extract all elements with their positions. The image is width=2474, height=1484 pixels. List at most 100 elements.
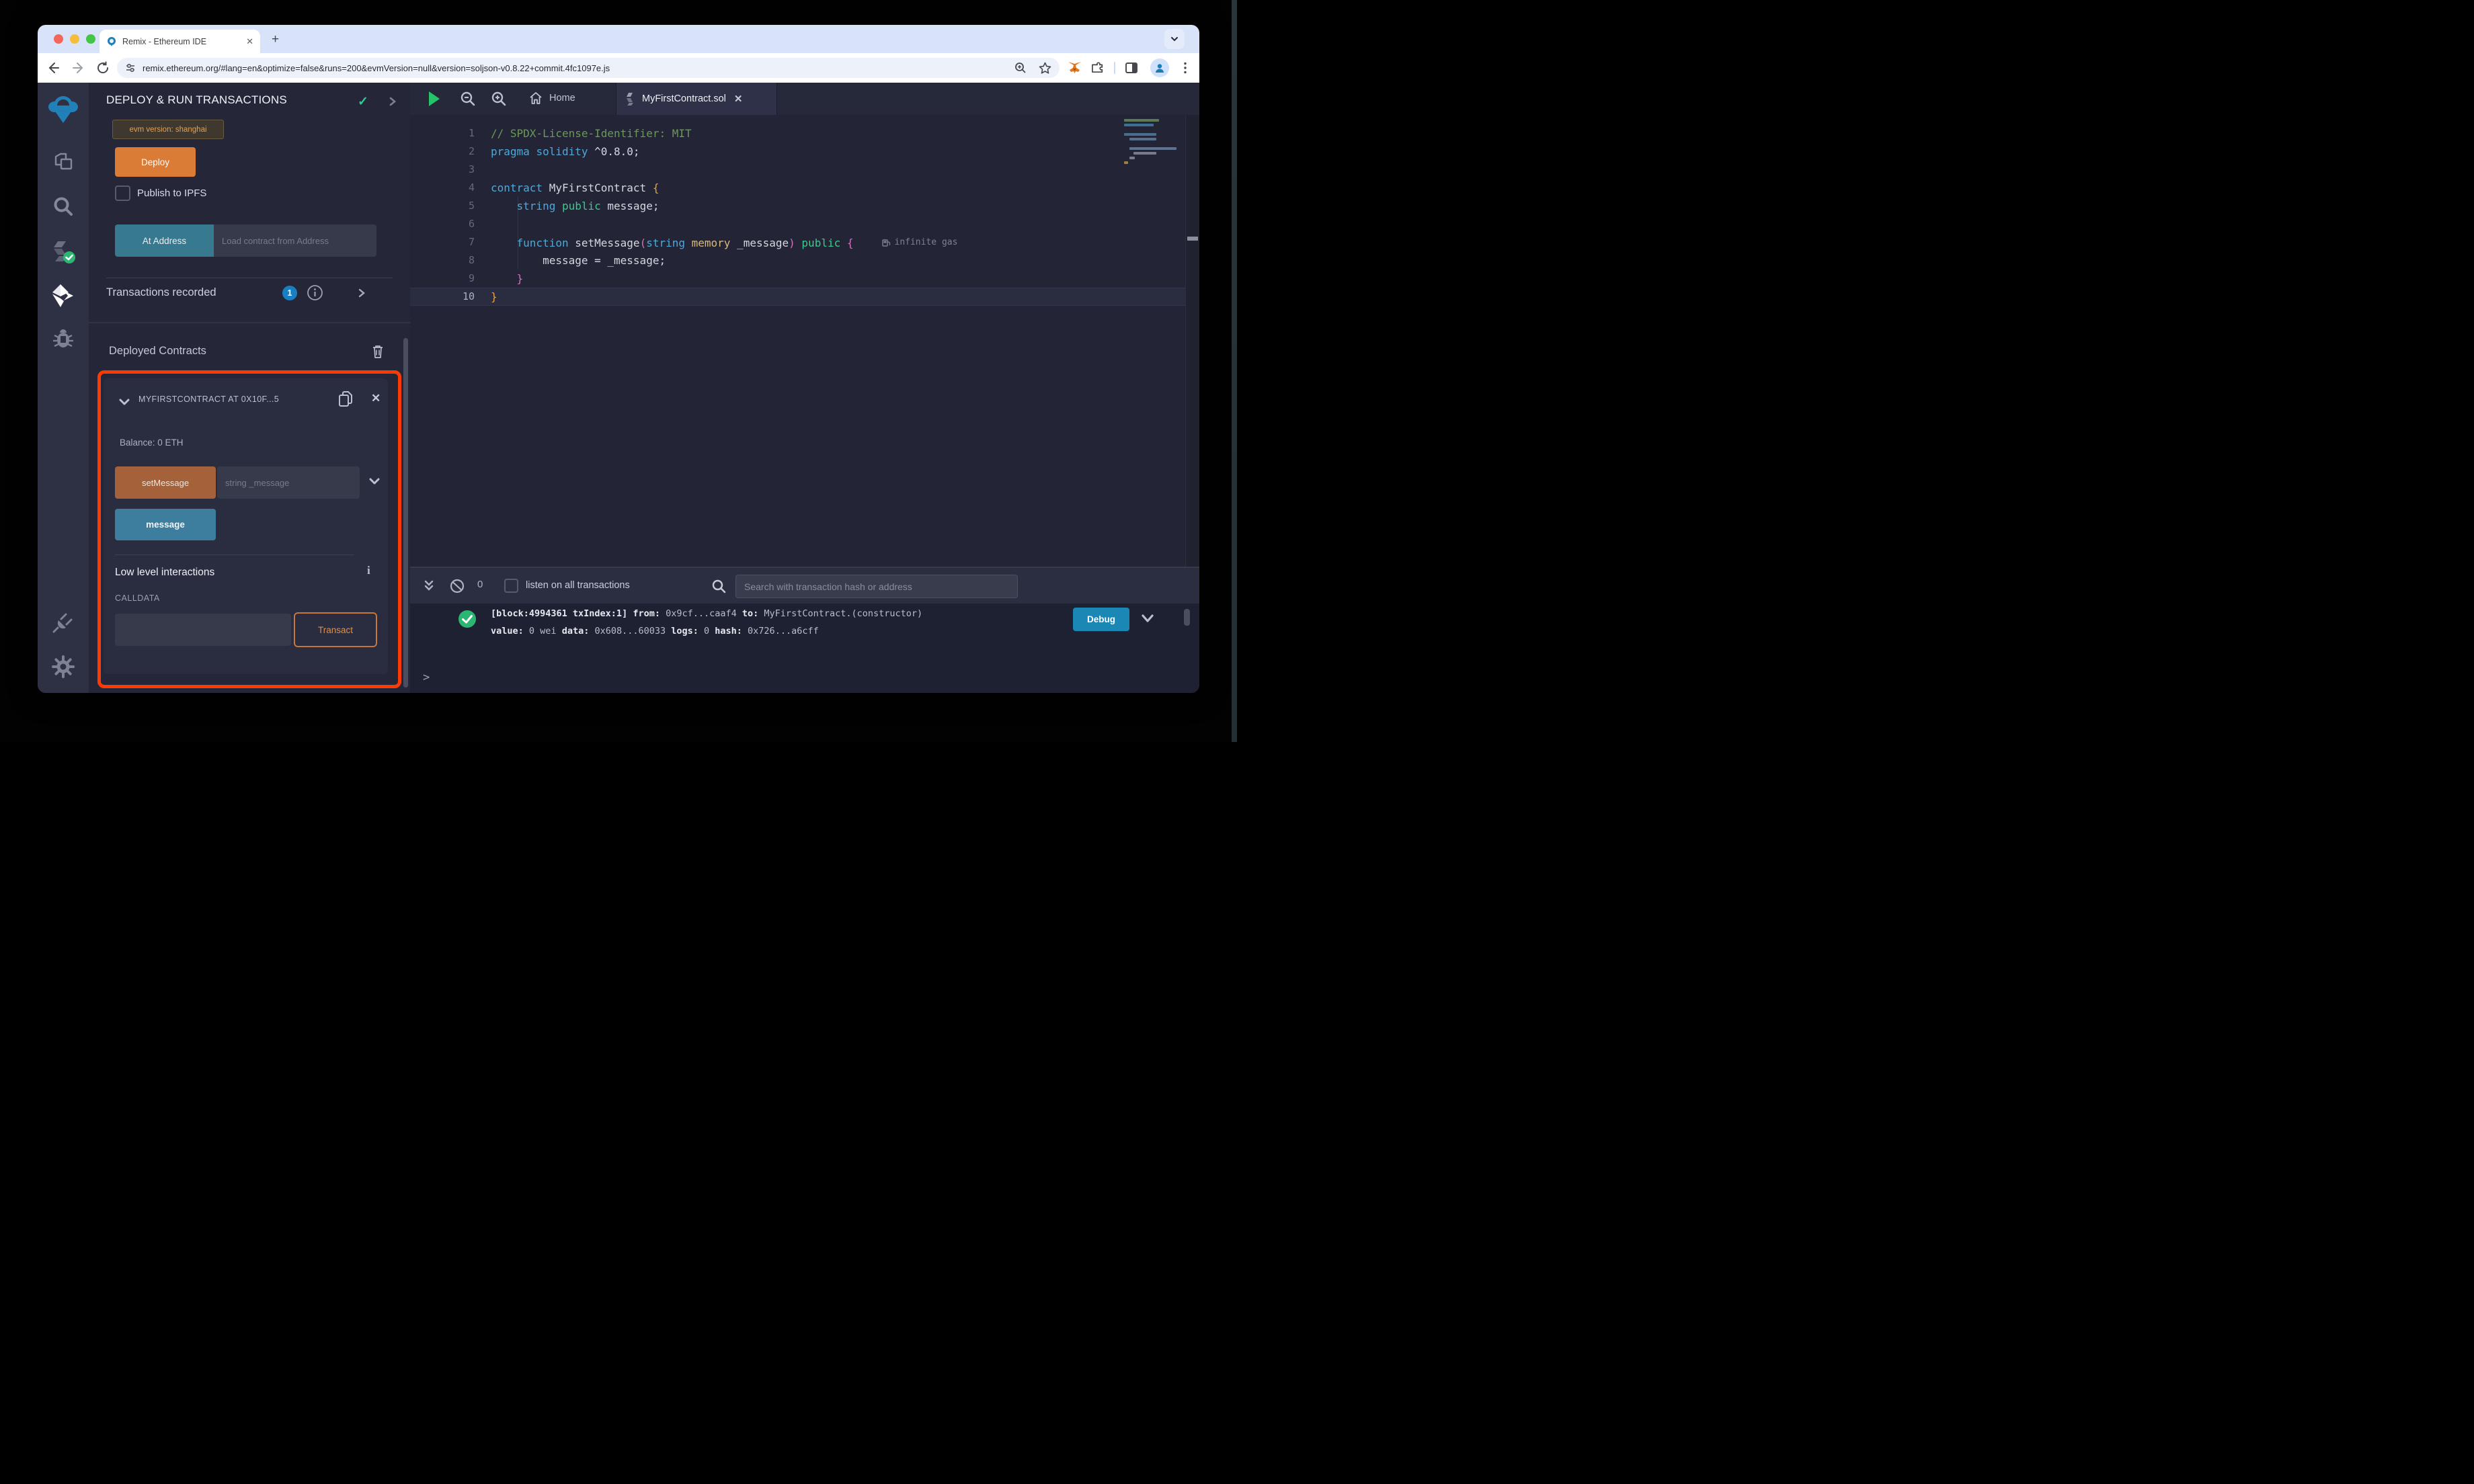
browser-tab[interactable]: Remix - Ethereum IDE ✕ (99, 30, 260, 53)
screenshot-background: Remix - Ethereum IDE ✕ + remix.ethereum.… (0, 0, 1237, 742)
tx-log-line-1[interactable]: [block:4994361 txIndex:1] from: 0x9cf...… (491, 608, 922, 619)
clear-console-icon[interactable] (449, 578, 465, 594)
file-explorer-icon[interactable] (38, 151, 89, 174)
publish-ipfs-label: Publish to IPFS (137, 188, 207, 199)
solidity-compiler-icon[interactable] (38, 239, 89, 265)
extensions-puzzle-icon[interactable] (1092, 61, 1107, 76)
tab-search-chevron-icon[interactable] (1164, 29, 1185, 49)
settings-gear-icon[interactable] (38, 655, 89, 678)
contract-balance: Balance: 0 ETH (120, 438, 184, 448)
new-tab-button[interactable]: + (272, 33, 279, 46)
deployed-contract-card: MYFIRSTCONTRACT AT 0X10F...5 ✕ Balance: … (104, 378, 388, 674)
code-line[interactable]: 7 function setMessage(string memory _mes… (410, 233, 1199, 251)
section-divider (89, 322, 410, 323)
low-level-info-icon[interactable]: i (367, 564, 370, 577)
remove-contract-icon[interactable]: ✕ (371, 392, 381, 405)
zoom-in-icon[interactable] (491, 91, 507, 107)
set-message-input[interactable]: string _message (217, 466, 360, 499)
code-line[interactable]: 8 message = _message; (410, 251, 1199, 270)
listen-all-tx-label: listen on all transactions (526, 580, 630, 591)
transactions-info-icon[interactable] (307, 284, 323, 301)
terminal-scrollbar[interactable] (1184, 609, 1190, 626)
code-line[interactable]: 4 contract MyFirstContract { (410, 179, 1199, 197)
zoom-page-icon[interactable] (1014, 62, 1027, 74)
back-button[interactable] (46, 60, 61, 75)
panel-collapse-chevron-icon[interactable] (389, 96, 397, 107)
transact-button[interactable]: Transact (294, 612, 377, 647)
tab-close-icon[interactable]: ✕ (246, 37, 253, 46)
search-icon[interactable] (38, 196, 89, 217)
minimize-window-button[interactable] (70, 34, 79, 44)
compile-success-check-icon: ✓ (358, 95, 368, 109)
editor-minimap[interactable] (1124, 119, 1178, 201)
calldata-input[interactable] (115, 614, 291, 646)
calldata-label: CALLDATA (115, 593, 160, 603)
panel-title: DEPLOY & RUN TRANSACTIONS (106, 93, 287, 106)
editor-scrollbar-thumb[interactable] (1187, 237, 1198, 241)
tab-myfirstcontract[interactable]: MyFirstContract.sol ✕ (616, 83, 777, 115)
message-getter-button[interactable]: message (115, 509, 216, 540)
copy-address-icon[interactable] (337, 390, 354, 408)
code-line[interactable]: 2 pragma solidity ^0.8.0; (410, 142, 1199, 161)
terminal-search-input[interactable]: Search with transaction hash or address (735, 575, 1018, 598)
browser-window: Remix - Ethereum IDE ✕ + remix.ethereum.… (38, 25, 1199, 693)
at-address-input[interactable]: Load contract from Address (214, 224, 376, 257)
site-settings-icon[interactable] (125, 63, 136, 73)
remix-app: DEPLOY & RUN TRANSACTIONS ✓ evm version:… (38, 83, 1199, 693)
bookmark-star-icon[interactable] (1039, 62, 1051, 75)
solidity-file-icon (627, 93, 633, 106)
remix-logo-icon[interactable] (38, 95, 89, 124)
at-address-button[interactable]: At Address (115, 224, 214, 257)
panel-scrollbar[interactable] (403, 338, 408, 688)
listen-all-tx-checkbox[interactable] (504, 579, 518, 593)
low-level-title: Low level interactions (115, 567, 215, 578)
code-line[interactable]: 5 string public message; (410, 197, 1199, 215)
zoom-out-icon[interactable] (460, 91, 476, 107)
toolbar-separator (1114, 62, 1115, 74)
deploy-button[interactable]: Deploy (115, 147, 196, 177)
contract-collapse-chevron-icon[interactable] (118, 397, 130, 407)
plugin-manager-icon[interactable] (38, 611, 89, 634)
zoom-window-button[interactable] (86, 34, 95, 44)
expand-args-chevron-icon[interactable] (368, 477, 381, 486)
browser-toolbar: remix.ethereum.org/#lang=en&optimize=fal… (38, 53, 1199, 83)
tx-log-line-2[interactable]: value: 0 wei data: 0x608...60033 logs: 0… (491, 626, 819, 636)
terminal-search-icon (711, 579, 726, 593)
deploy-run-icon[interactable] (38, 283, 89, 308)
debug-button[interactable]: Debug (1073, 608, 1129, 631)
code-line[interactable]: 6 (410, 215, 1199, 233)
code-line[interactable]: 10} (410, 288, 1199, 306)
contract-instance-header[interactable]: MYFIRSTCONTRACT AT 0X10F...5 (138, 395, 316, 404)
code-line[interactable]: 1// SPDX-License-Identifier: MIT (410, 124, 1199, 142)
clear-deployed-trash-icon[interactable] (371, 344, 385, 359)
address-bar[interactable]: remix.ethereum.org/#lang=en&optimize=fal… (117, 58, 1060, 78)
code-line[interactable]: 9 } (410, 270, 1199, 288)
browser-tab-strip: Remix - Ethereum IDE ✕ + (38, 25, 1199, 53)
forward-button[interactable] (71, 60, 86, 75)
terminal-prompt[interactable]: > (423, 671, 430, 684)
debugger-icon[interactable] (38, 327, 89, 350)
run-script-play-icon[interactable] (429, 91, 440, 106)
editor-overview-ruler[interactable] (1185, 115, 1199, 567)
code-editor[interactable]: 1// SPDX-License-Identifier: MIT 2 pragma … (410, 115, 1199, 567)
editor-tabbar: Home MyFirstContract.sol ✕ (410, 83, 1199, 116)
code-line[interactable]: 3 (410, 161, 1199, 179)
expand-terminal-icon[interactable] (423, 579, 435, 593)
deploy-run-panel: DEPLOY & RUN TRANSACTIONS ✓ evm version:… (89, 83, 410, 693)
browser-profile-avatar[interactable] (1150, 58, 1169, 77)
side-panel-icon[interactable] (1125, 61, 1140, 76)
close-window-button[interactable] (54, 34, 63, 44)
close-file-tab-icon[interactable]: ✕ (734, 93, 743, 105)
log-collapse-chevron-icon[interactable] (1140, 612, 1155, 624)
terminal-toolbar: 0 listen on all transactions Search with… (410, 567, 1199, 604)
publish-ipfs-checkbox[interactable] (115, 186, 130, 201)
browser-menu-kebab-icon[interactable] (1179, 60, 1193, 75)
url-text: remix.ethereum.org/#lang=en&optimize=fal… (143, 63, 610, 73)
home-tab-label: Home (549, 93, 575, 104)
reload-button[interactable] (95, 60, 110, 75)
transactions-expand-chevron-icon[interactable] (358, 288, 366, 298)
evm-version-badge: evm version: shanghai (112, 120, 224, 139)
tab-home[interactable]: Home (528, 91, 575, 106)
set-message-button[interactable]: setMessage (115, 466, 216, 499)
metamask-extension-icon[interactable] (1068, 61, 1082, 76)
